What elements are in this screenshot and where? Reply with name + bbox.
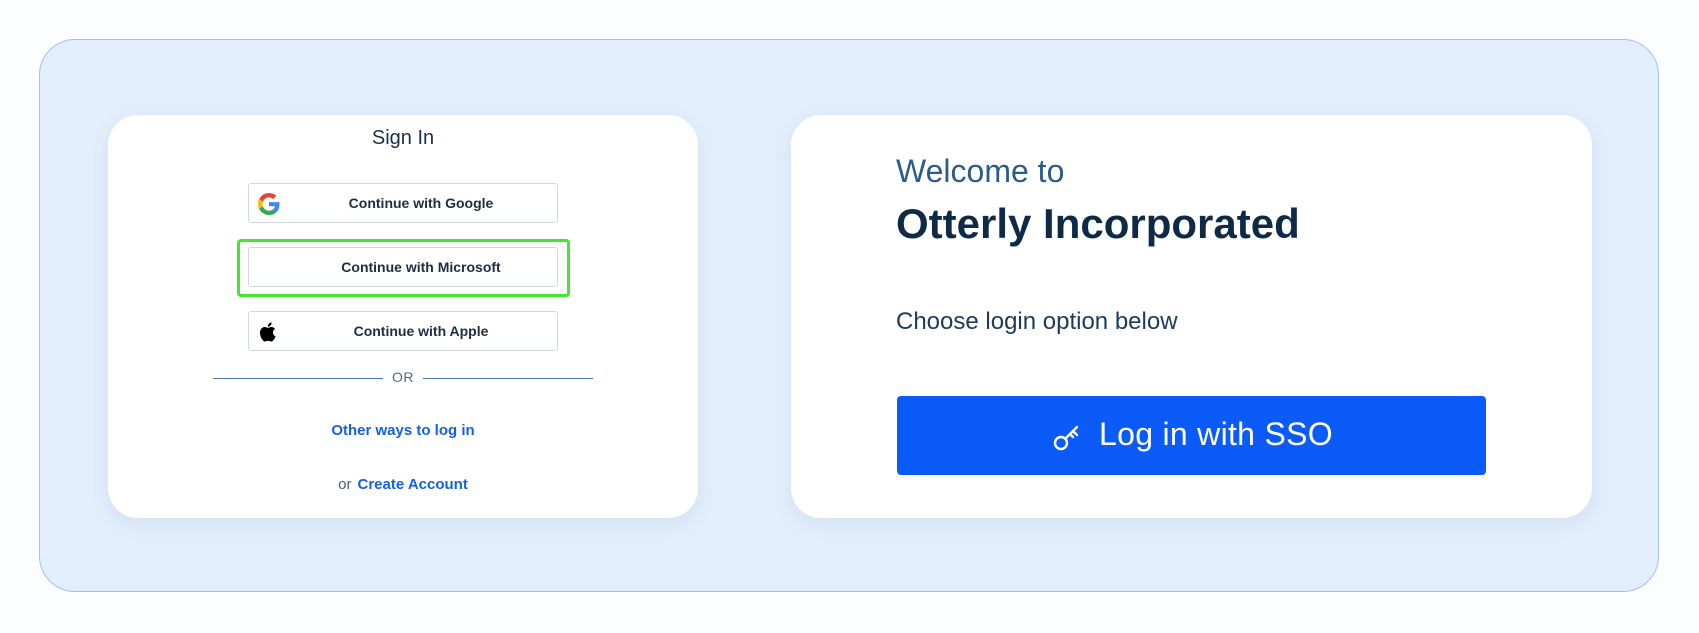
- key-icon: [1053, 425, 1079, 451]
- sign-in-card: Sign In Continue with Google Continue wi…: [108, 115, 698, 518]
- company-name: Otterly Incorporated: [896, 200, 1300, 247]
- sso-login-button[interactable]: Log in with SSO: [897, 396, 1486, 475]
- continue-with-apple-button[interactable]: Continue with Apple: [248, 311, 558, 351]
- other-ways-link[interactable]: Other ways to log in: [108, 422, 698, 439]
- create-account-prefix: or: [338, 476, 352, 493]
- microsoft-button-label: Continue with Microsoft: [341, 259, 501, 275]
- create-account-link[interactable]: Create Account: [358, 476, 468, 493]
- create-account-row: or Create Account: [108, 476, 698, 493]
- sso-button-label: Log in with SSO: [1099, 416, 1333, 452]
- apple-button-label: Continue with Apple: [353, 323, 489, 339]
- divider-line-right: [423, 378, 593, 379]
- continue-with-microsoft-button[interactable]: Continue with Microsoft: [248, 247, 558, 287]
- login-prompt: Choose login option below: [896, 308, 1178, 335]
- or-divider: OR: [213, 368, 593, 388]
- google-button-label: Continue with Google: [348, 195, 494, 211]
- sign-in-title: Sign In: [371, 127, 435, 149]
- welcome-heading: Welcome to: [896, 153, 1065, 189]
- continue-with-google-button[interactable]: Continue with Google: [248, 183, 558, 223]
- welcome-card: Welcome to Otterly Incorporated Choose l…: [791, 115, 1592, 518]
- login-container: Sign In Continue with Google Continue wi…: [39, 39, 1659, 592]
- or-label: OR: [392, 369, 414, 385]
